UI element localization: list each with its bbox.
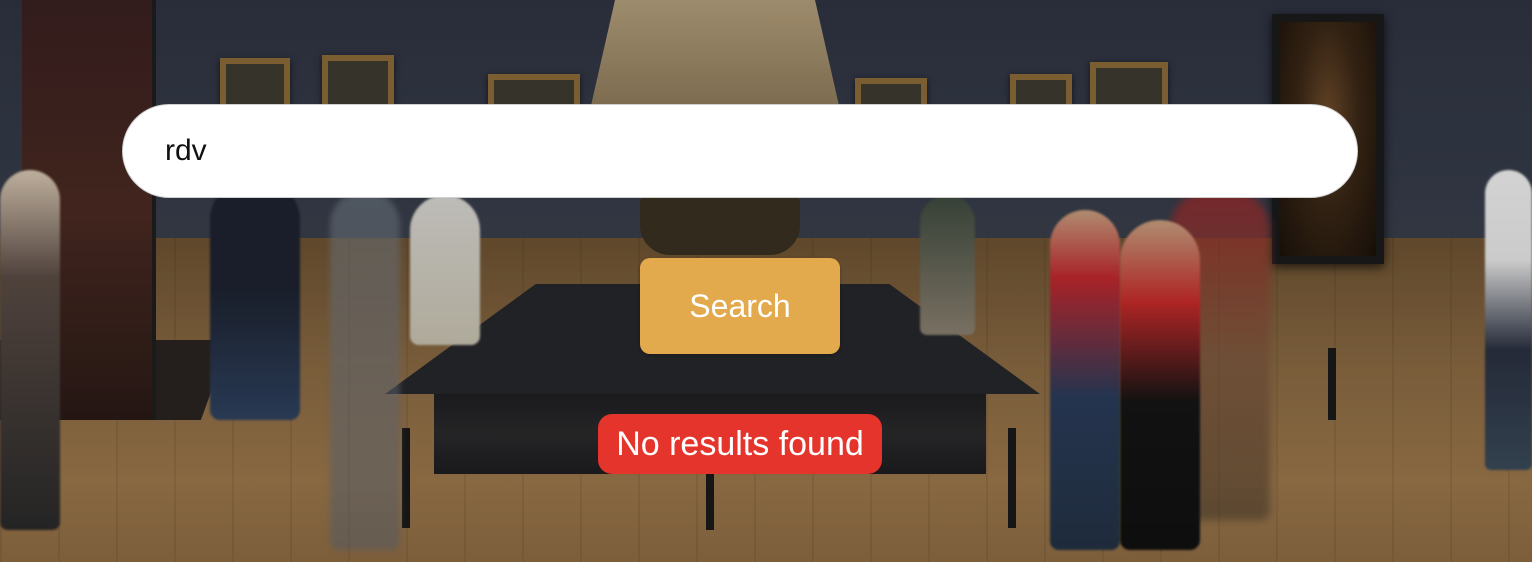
no-results-badge: No results found: [598, 414, 882, 474]
search-input[interactable]: [122, 104, 1358, 198]
search-button[interactable]: Search: [640, 258, 840, 354]
search-page: Search No results found: [0, 0, 1532, 562]
